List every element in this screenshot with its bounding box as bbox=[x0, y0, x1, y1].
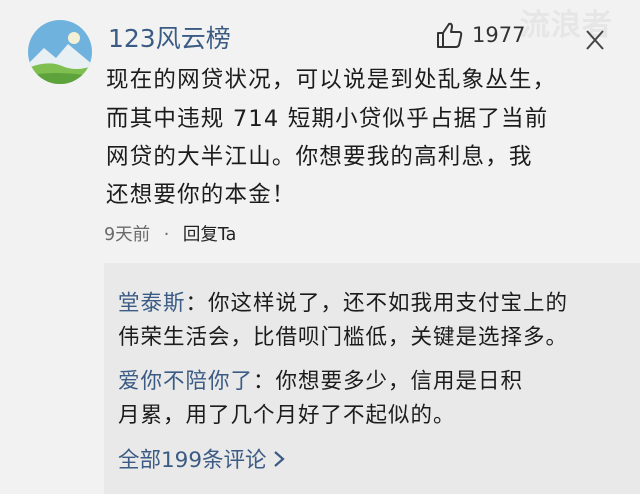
view-all-comments-link[interactable]: 全部199条评论 bbox=[118, 443, 285, 474]
reply-colon: ： bbox=[253, 369, 276, 394]
meta-separator: · bbox=[163, 225, 170, 245]
reply-button[interactable]: 回复Ta bbox=[183, 225, 237, 245]
reply-item[interactable]: 堂泰斯：你这样说了，还不如我用支付宝上的 bbox=[118, 286, 568, 317]
reply-text: 你想要多少，信用是日积 bbox=[275, 369, 524, 394]
thumbs-up-icon bbox=[437, 22, 463, 48]
comment-text-line: 网贷的大半江山。你想要我的高利息，我 bbox=[106, 144, 533, 170]
comment-username[interactable]: 123风云榜 bbox=[108, 19, 231, 55]
comment-meta: 9天前 · 回复Ta bbox=[104, 221, 236, 246]
comment-text-line: 现在的网贷状况，可以说是到处乱象丛生， bbox=[106, 67, 557, 93]
view-all-label: 全部199条评论 bbox=[118, 448, 267, 473]
reply-item[interactable]: 爱你不陪你了：你想要多少，信用是日积 bbox=[118, 364, 523, 395]
like-button[interactable]: 1977 bbox=[434, 20, 525, 50]
avatar[interactable] bbox=[28, 20, 92, 84]
reply-colon: ： bbox=[185, 291, 209, 316]
more-icon[interactable] bbox=[585, 29, 605, 51]
comment-text-line: 而其中违规 714 短期小贷似乎占据了当前 bbox=[106, 106, 549, 132]
reply-username[interactable]: 堂泰斯 bbox=[118, 291, 186, 316]
like-count: 1977 bbox=[472, 23, 526, 47]
chevron-right-icon bbox=[273, 450, 285, 467]
reply-text-line: 月累，用了几个月好了不起似的。 bbox=[118, 403, 456, 428]
reply-text: 你这样说了，还不如我用支付宝上的 bbox=[208, 291, 569, 316]
comment-time: 9天前 bbox=[104, 225, 151, 245]
avatar-landscape-image bbox=[28, 20, 92, 84]
reply-text-line: 伟荣生活会，比借呗门槛低，关键是选择多。 bbox=[118, 325, 569, 350]
reply-username[interactable]: 爱你不陪你了 bbox=[118, 369, 253, 394]
comment-text-line: 还想要你的本金！ bbox=[106, 182, 296, 208]
